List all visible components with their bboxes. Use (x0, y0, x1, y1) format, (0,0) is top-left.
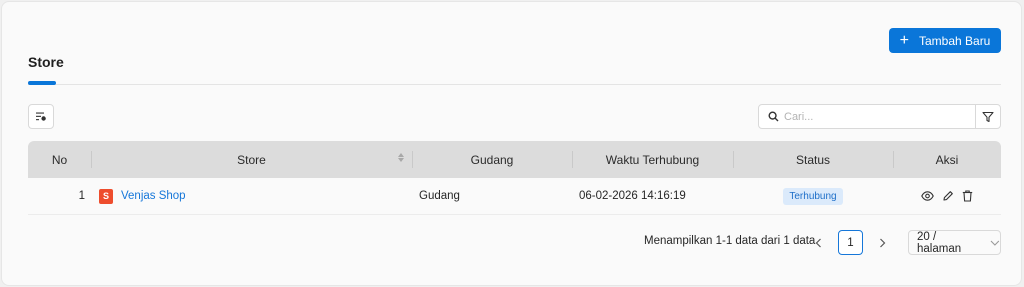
view-icon[interactable] (921, 191, 934, 201)
filter-icon (982, 111, 994, 122)
cell-status: Terhubung (733, 178, 893, 214)
column-header-store-label: Store (237, 152, 266, 167)
next-page-button[interactable] (874, 234, 890, 252)
chevron-left-icon (815, 238, 821, 248)
chevron-down-icon (990, 240, 1000, 246)
edit-icon[interactable] (942, 190, 954, 202)
search-input[interactable] (784, 110, 964, 123)
cell-actions (893, 178, 1001, 214)
add-new-button-label: Tambah Baru (918, 33, 991, 48)
column-header-store[interactable]: Store (91, 141, 412, 178)
pagination-info: Menampilkan 1-1 data dari 1 data (644, 235, 816, 247)
sort-caret-icon[interactable] (398, 153, 404, 162)
column-header-gudang: Gudang (412, 141, 572, 178)
store-card: + Tambah Baru Store No Store (1, 1, 1022, 286)
page-number-button[interactable]: 1 (838, 230, 863, 255)
prev-page-button[interactable] (810, 234, 826, 252)
column-header-aksi: Aksi (893, 141, 1001, 178)
page-size-select[interactable]: 20 / halaman (908, 230, 1001, 255)
plus-icon: + (899, 31, 909, 49)
table-row: 1 S Venjas Shop Gudang 06-02-2026 14:16:… (28, 178, 1001, 215)
page-size-value: 20 / halaman (917, 230, 962, 255)
sort-settings-button[interactable] (28, 104, 54, 129)
chevron-right-icon (879, 238, 885, 248)
column-header-status: Status (733, 141, 893, 178)
tab-store[interactable]: Store (28, 54, 64, 70)
delete-icon[interactable] (962, 190, 973, 202)
shopee-logo-icon: S (99, 188, 113, 204)
store-link[interactable]: Venjas Shop (121, 190, 186, 202)
tab-divider (28, 84, 1001, 85)
status-badge: Terhubung (783, 187, 843, 205)
cell-store: S Venjas Shop (91, 178, 412, 214)
pagination: Menampilkan 1-1 data dari 1 data 1 20 / … (2, 230, 1002, 256)
add-new-button[interactable]: + Tambah Baru (889, 28, 1001, 53)
store-table: No Store Gudang Waktu Terhubung Status A… (28, 141, 1001, 215)
search-icon (768, 111, 779, 122)
tab-active-indicator (28, 81, 56, 85)
search-box (758, 104, 976, 129)
cell-gudang: Gudang (419, 190, 460, 202)
sort-settings-icon (36, 112, 46, 121)
table-header: No Store Gudang Waktu Terhubung Status A… (28, 141, 1001, 178)
cell-waktu: 06-02-2026 14:16:19 (579, 190, 686, 202)
filter-button[interactable] (975, 104, 1001, 129)
column-header-no: No (51, 152, 68, 167)
cell-no: 1 (78, 190, 85, 202)
column-header-waktu: Waktu Terhubung (572, 141, 733, 178)
